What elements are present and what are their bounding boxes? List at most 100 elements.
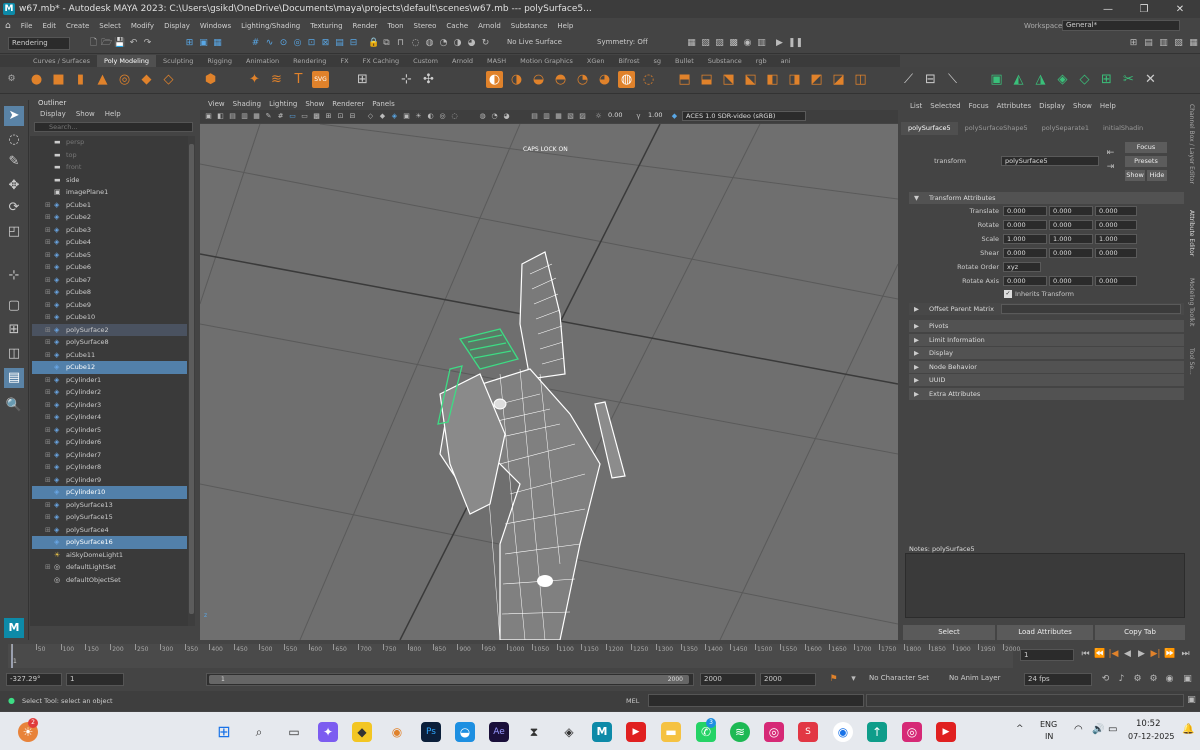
- auto-key-icon[interactable]: ⚑: [828, 674, 839, 685]
- workspace-dropdown[interactable]: General*: [1062, 20, 1180, 31]
- copy-tab-button[interactable]: Copy Tab: [1095, 625, 1185, 640]
- shelf-settings-icon[interactable]: ⚙: [3, 71, 20, 88]
- output-connection-icon[interactable]: ⇥: [1105, 162, 1116, 173]
- shelf-tab-substance[interactable]: Substance: [701, 55, 749, 67]
- poly-cube-icon[interactable]: ■: [50, 71, 67, 88]
- sticky-app-icon[interactable]: ◆: [352, 722, 372, 742]
- wedge-icon[interactable]: ◨: [786, 71, 803, 88]
- poly-cone-icon[interactable]: ▲: [94, 71, 111, 88]
- multisample-icon[interactable]: ▥: [542, 111, 551, 121]
- isolate-icon[interactable]: ◍: [478, 111, 487, 121]
- modeling-toolkit-icon[interactable]: ▦: [1188, 38, 1199, 49]
- shelf-tab-animation[interactable]: Animation: [239, 55, 286, 67]
- attribute-editor-icon[interactable]: ▥: [1158, 38, 1169, 49]
- character-set-icon[interactable]: ▾: [848, 674, 859, 685]
- magnet-icon[interactable]: ⊓: [395, 38, 406, 49]
- shelf-tab-polymodeling[interactable]: Poly Modeling: [97, 55, 156, 67]
- outliner-layout-icon[interactable]: ▤: [4, 368, 24, 388]
- hide-button[interactable]: Hide: [1147, 170, 1167, 181]
- outliner-item-pcylinder7[interactable]: ⊞ ◈ pCylinder7: [32, 449, 187, 462]
- live-surface-field[interactable]: No Live Surface: [504, 37, 570, 50]
- separate-icon[interactable]: ◑: [508, 71, 525, 88]
- gate-mask-icon[interactable]: ▩: [312, 111, 321, 121]
- capcut-icon[interactable]: ⧗: [524, 722, 544, 742]
- safe-title-icon[interactable]: ⊟: [348, 111, 357, 121]
- refresh-icon[interactable]: ↻: [480, 38, 491, 49]
- attr-rotate-z[interactable]: 0.000: [1095, 220, 1137, 230]
- go-to-end-icon[interactable]: ⏭: [1180, 649, 1191, 660]
- menuset-dropdown[interactable]: Rendering: [8, 37, 70, 50]
- outliner-item-pcylinder2[interactable]: ⊞ ◈ pCylinder2: [32, 386, 187, 399]
- render-view-icon[interactable]: ▧: [700, 38, 711, 49]
- hud-icon[interactable]: ▤: [530, 111, 539, 121]
- shelf-tab-fx[interactable]: FX: [333, 55, 355, 67]
- expand-icon[interactable]: ⊞: [45, 461, 51, 474]
- shelf-tab-sg[interactable]: sg: [647, 55, 669, 67]
- outliner-item-persp[interactable]: ▬ persp: [32, 136, 187, 149]
- shelf-tab-curvessurfaces[interactable]: Curves / Surfaces: [26, 55, 97, 67]
- 2d-pan-icon[interactable]: ▦: [252, 111, 261, 121]
- shelf-tab-motiongraphics[interactable]: Motion Graphics: [513, 55, 580, 67]
- snap-point-icon[interactable]: ⊙: [278, 38, 289, 49]
- shelf-tab-mash[interactable]: MASH: [480, 55, 513, 67]
- planar-map-icon[interactable]: ◭: [1010, 71, 1027, 88]
- menu-lightingshading[interactable]: Lighting/Shading: [236, 22, 305, 30]
- types-icon[interactable]: ⊞: [354, 71, 371, 88]
- current-frame-field[interactable]: 1: [1020, 649, 1074, 661]
- menu-stereo[interactable]: Stereo: [409, 22, 442, 30]
- focus-button[interactable]: Focus: [1125, 142, 1167, 153]
- section-extraattributes[interactable]: ▶ Extra Attributes: [909, 387, 1184, 400]
- color-management-icon[interactable]: ◆: [670, 111, 679, 121]
- collapse-icon[interactable]: ◫: [852, 71, 869, 88]
- menu-create[interactable]: Create: [61, 22, 94, 30]
- outliner-item-pcylinder5[interactable]: ⊞ ◈ pCylinder5: [32, 424, 187, 437]
- instagram-icon[interactable]: ◎: [764, 722, 784, 742]
- field-chart-icon[interactable]: ⊞: [324, 111, 333, 121]
- layout-uv-icon[interactable]: ⊞: [1098, 71, 1115, 88]
- tool-settings-tab[interactable]: Tool Se...: [1188, 348, 1195, 375]
- mel-input[interactable]: [648, 694, 864, 707]
- auto-map-icon[interactable]: ◇: [1076, 71, 1093, 88]
- after-effects-icon[interactable]: Ae: [489, 722, 509, 742]
- expand-icon[interactable]: ⊞: [45, 211, 51, 224]
- exposure-field[interactable]: 0.00: [605, 111, 633, 121]
- insert-loop-icon[interactable]: ⊟: [922, 71, 939, 88]
- motion-blur-icon[interactable]: ▧: [566, 111, 575, 121]
- script-editor-icon[interactable]: ▣: [1186, 695, 1197, 706]
- sweep-icon[interactable]: ✦: [246, 71, 263, 88]
- channel-box-tab[interactable]: Channel Box / Layer Editor: [1188, 104, 1195, 184]
- time-slider-track[interactable]: 1 50 100 150 200 250 300 350 400 450 500 550 600 650…: [8, 644, 1020, 668]
- outliner-item-pcylinder4[interactable]: ⊞ ◈ pCylinder4: [32, 411, 187, 424]
- remesh-icon[interactable]: ◕: [596, 71, 613, 88]
- layout-icon[interactable]: ⊞: [1128, 38, 1139, 49]
- help-line-icon[interactable]: ▣: [1182, 674, 1193, 685]
- append-icon[interactable]: ◧: [764, 71, 781, 88]
- select-tool-icon[interactable]: ➤: [4, 106, 24, 126]
- wireframe-icon[interactable]: ◇: [366, 111, 375, 121]
- outliner-item-pcube6[interactable]: ⊞ ◈ pCube6: [32, 261, 187, 274]
- last-tool-icon[interactable]: ⊹: [4, 266, 24, 286]
- expand-icon[interactable]: ⊞: [45, 424, 51, 437]
- attr-translate-y[interactable]: 0.000: [1049, 206, 1093, 216]
- menu-select[interactable]: Select: [94, 22, 126, 30]
- render-settings-icon[interactable]: ▩: [728, 38, 739, 49]
- mel-label[interactable]: MEL: [626, 697, 639, 705]
- shelf-tab-ani[interactable]: ani: [774, 55, 798, 67]
- section-limitinformation[interactable]: ▶ Limit Information: [909, 333, 1184, 346]
- attr-translate-x[interactable]: 0.000: [1003, 206, 1047, 216]
- cut-uv-icon[interactable]: ✂: [1120, 71, 1137, 88]
- play-icon[interactable]: ▶: [774, 38, 785, 49]
- menu-file[interactable]: File: [16, 22, 38, 30]
- maximize-icon[interactable]: ❐: [1126, 0, 1162, 18]
- four-pane-icon[interactable]: ⊞: [4, 320, 24, 340]
- maya-taskbar-icon[interactable]: M: [592, 722, 612, 742]
- outliner-item-pcylinder10[interactable]: ◈ pCylinder10: [32, 486, 187, 499]
- retopo-icon[interactable]: ◍: [618, 71, 635, 88]
- menu-display[interactable]: Display: [159, 22, 195, 30]
- expand-icon[interactable]: ⊞: [45, 274, 51, 287]
- poke-icon[interactable]: ◩: [808, 71, 825, 88]
- outliner-item-polysurface16[interactable]: ◈ polySurface16: [32, 536, 187, 549]
- shelf-tab-sculpting[interactable]: Sculpting: [156, 55, 200, 67]
- rotate-axis-x[interactable]: 0.000: [1003, 276, 1047, 286]
- notes-textarea[interactable]: [905, 553, 1185, 618]
